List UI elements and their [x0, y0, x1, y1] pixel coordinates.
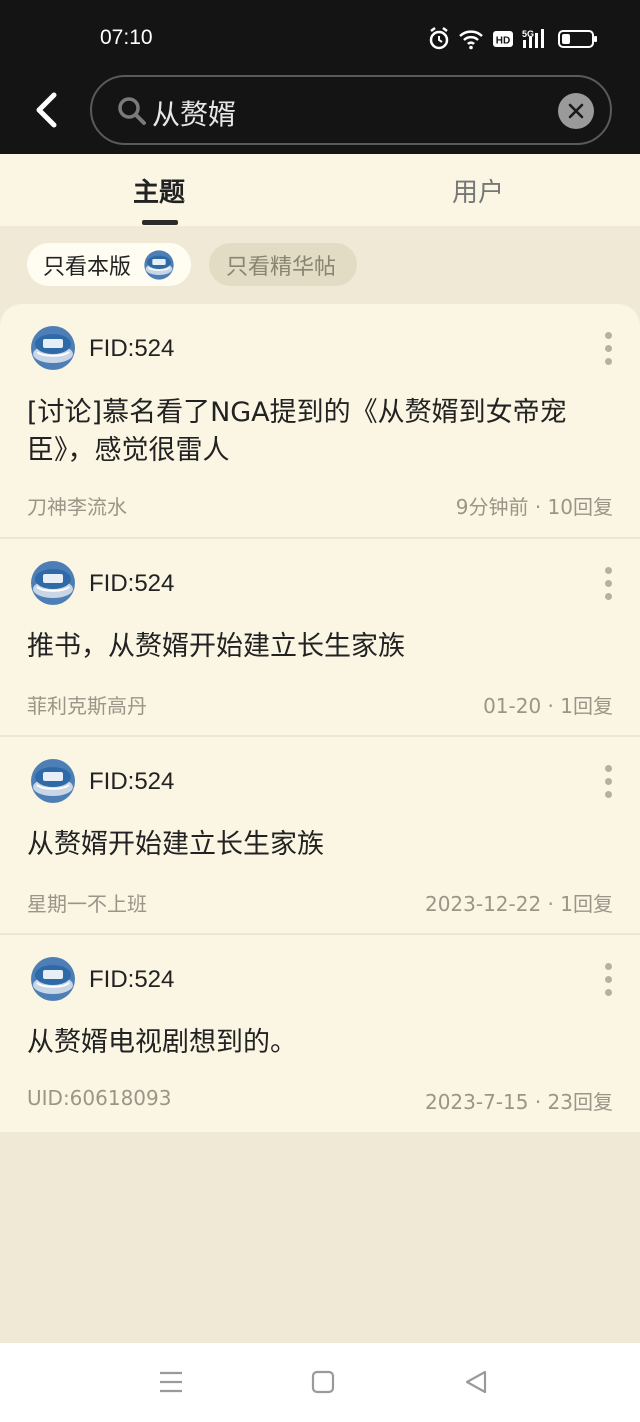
- top-bar: 07:10 HD 5G 从赘婿: [0, 0, 640, 154]
- back-triangle-icon[interactable]: [464, 1369, 488, 1399]
- search-query[interactable]: 从赘婿: [152, 93, 236, 133]
- chevron-left-icon: [36, 92, 57, 128]
- active-tab-indicator: [142, 220, 178, 225]
- battery-icon: [558, 29, 598, 49]
- menu-icon[interactable]: [158, 1369, 184, 1399]
- search-input[interactable]: 从赘婿: [90, 75, 612, 145]
- forum-id[interactable]: FID:524: [89, 768, 174, 796]
- svg-text:5G: 5G: [522, 29, 534, 39]
- forum-id[interactable]: FID:524: [89, 966, 174, 994]
- more-options-icon[interactable]: [605, 332, 615, 371]
- post-meta: 2023-12-22 · 1回复: [424, 892, 613, 916]
- forum-logo-icon: [143, 249, 175, 287]
- alarm-icon: [428, 27, 450, 51]
- forum-logo-icon: [29, 757, 77, 809]
- hd-icon: HD: [492, 29, 514, 49]
- board-only-filter[interactable]: 只看本版: [27, 243, 191, 286]
- close-icon: [568, 103, 584, 119]
- status-icons: HD 5G: [428, 27, 598, 51]
- post-meta: 2023-7-15 · 23回复: [424, 1090, 613, 1114]
- forum-logo-icon: [29, 324, 77, 376]
- 5g-signal-icon: 5G: [522, 28, 550, 50]
- post-list: FID:524 [讨论]慕名看了NGA提到的《从赘婿到女帝宠臣》，感觉很雷人 刀…: [0, 304, 640, 1132]
- list-item[interactable]: FID:524 [讨论]慕名看了NGA提到的《从赘婿到女帝宠臣》，感觉很雷人 刀…: [0, 304, 640, 539]
- list-item[interactable]: FID:524 从赘婿开始建立长生家族 星期一不上班 2023-12-22 · …: [0, 737, 640, 935]
- tab-bar: 主题 用户: [0, 154, 640, 226]
- more-options-icon[interactable]: [605, 567, 615, 606]
- post-meta: 01-20 · 1回复: [483, 694, 613, 718]
- post-author[interactable]: 刀神李流水: [27, 491, 127, 520]
- forum-id[interactable]: FID:524: [89, 335, 174, 363]
- list-item[interactable]: FID:524 推书，从赘婿开始建立长生家族 菲利克斯高丹 01-20 · 1回…: [0, 539, 640, 737]
- post-author[interactable]: 星期一不上班: [27, 888, 147, 917]
- forum-logo-icon: [29, 955, 77, 1007]
- post-title[interactable]: 推书，从赘婿开始建立长生家族: [27, 628, 600, 666]
- back-button[interactable]: [26, 88, 66, 132]
- post-author[interactable]: UID:60618093: [27, 1086, 171, 1110]
- system-nav-bar: [0, 1343, 640, 1422]
- tab-user[interactable]: 用户: [452, 172, 504, 209]
- post-title[interactable]: 从赘婿电视剧想到的。: [27, 1024, 600, 1062]
- status-time: 07:10: [100, 26, 153, 49]
- search-icon: [116, 95, 148, 131]
- more-options-icon[interactable]: [605, 963, 615, 1002]
- wifi-icon: [458, 28, 484, 50]
- post-meta: 9分钟前 · 10回复: [455, 495, 613, 519]
- post-author[interactable]: 菲利克斯高丹: [27, 690, 147, 719]
- post-title[interactable]: [讨论]慕名看了NGA提到的《从赘婿到女帝宠臣》，感觉很雷人: [27, 394, 600, 470]
- home-square-icon[interactable]: [311, 1369, 335, 1399]
- clear-search-button[interactable]: [558, 93, 594, 129]
- forum-logo-icon: [29, 559, 77, 611]
- board-only-label: 只看本版: [43, 254, 132, 280]
- post-title[interactable]: 从赘婿开始建立长生家族: [27, 826, 600, 864]
- elite-only-filter[interactable]: 只看精华帖: [209, 243, 357, 286]
- list-item[interactable]: FID:524 从赘婿电视剧想到的。 UID:60618093 2023-7-1…: [0, 935, 640, 1132]
- forum-id[interactable]: FID:524: [89, 570, 174, 598]
- tab-topic[interactable]: 主题: [133, 172, 185, 209]
- more-options-icon[interactable]: [605, 765, 615, 804]
- svg-text:HD: HD: [496, 36, 510, 47]
